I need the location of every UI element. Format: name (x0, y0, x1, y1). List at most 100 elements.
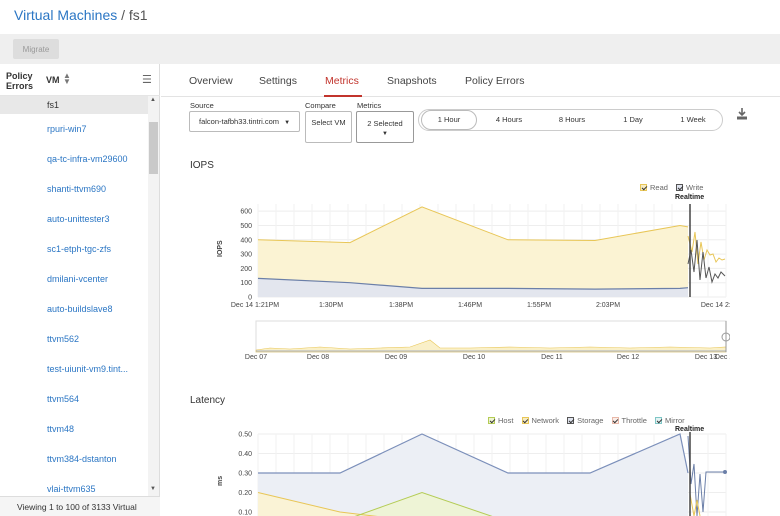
vm-list-item[interactable]: auto-unittester3 (0, 204, 150, 234)
range-4-hours-button[interactable]: 4 Hours (481, 110, 537, 130)
iops-x-tick-label: 1:30PM (319, 302, 343, 309)
checkbox-checked-icon (521, 417, 529, 424)
latency-y-tick-label: 0.40 (238, 451, 252, 458)
vm-list-item[interactable]: qa-tc-infra-vm29600 (0, 144, 150, 174)
latency-realtime-label: Realtime (675, 426, 704, 433)
range-1-week-button[interactable]: 1 Week (665, 110, 721, 130)
vm-list-scrollbar[interactable]: ▲ ▼ (148, 96, 159, 496)
source-dropdown-value: falcon-tafbh33.tintri.com (199, 117, 280, 126)
iops-x-tick-label: Dec 14 1:21PM (231, 302, 279, 309)
vm-list-footer: Viewing 1 to 100 of 3133 Virtual (0, 496, 160, 516)
tab-snapshots[interactable]: Snapshots (387, 75, 437, 87)
metrics-label: Metrics (357, 101, 382, 110)
iops-y-tick-label: 200 (240, 266, 252, 273)
checkbox-checked-icon (655, 417, 663, 424)
vm-list-item[interactable]: ttvm564 (0, 384, 150, 414)
navigator-tick-label: Dec 09 (385, 354, 407, 361)
vm-list-item[interactable]: ttvm48 (0, 414, 150, 444)
vm-list-item[interactable]: auto-buildslave8 (0, 294, 150, 324)
iops-y-tick-label: 100 (240, 280, 252, 287)
vm-list-item[interactable]: dmilani-vcenter (0, 264, 150, 294)
migrate-button[interactable]: Migrate (13, 39, 59, 59)
latency-storage-end-point (723, 470, 727, 474)
source-label: Source (190, 101, 214, 110)
latency-chart: 0.50 0.40 0.30 0.20 0.10 ms Realtime (217, 426, 727, 516)
checkbox-checked-icon (676, 184, 684, 191)
iops-chart: 0 100 200 300 400 500 600 IOPS Realtime Dec 14… (217, 194, 730, 361)
navigator-tick-label: Dec 13 (695, 354, 717, 361)
tab-overview[interactable]: Overview (189, 75, 233, 87)
download-icon[interactable] (736, 107, 748, 125)
legend-write[interactable]: Write (676, 183, 703, 192)
scroll-up-arrow-icon[interactable]: ▲ (150, 97, 156, 103)
breadcrumb-separator: / (117, 7, 129, 23)
iops-x-tick-label: 1:38PM (389, 302, 413, 309)
latency-y-axis-label: ms (217, 476, 224, 486)
compare-label: Compare (305, 101, 336, 110)
vm-list-item[interactable]: fs1 (0, 96, 150, 114)
iops-x-tick-label: 1:55PM (527, 302, 551, 309)
iops-x-tick-label: 1:46PM (458, 302, 482, 309)
metrics-dropdown-value: 2 Selected (367, 119, 403, 128)
vm-list-item[interactable]: ttvm384-dstanton (0, 444, 150, 474)
range-1-day-button[interactable]: 1 Day (605, 110, 661, 130)
iops-write-realtime-line (687, 239, 726, 284)
range-8-hours-button[interactable]: 8 Hours (543, 110, 601, 130)
checkbox-checked-icon (611, 417, 619, 424)
navigator-tick-label: Dec 12 (617, 354, 639, 361)
column-menu-icon[interactable]: ☰ (142, 73, 152, 86)
legend-read[interactable]: Read (640, 183, 668, 192)
breadcrumb-virtual-machines-link[interactable]: Virtual Machines (14, 7, 117, 23)
navigator-tick-label: Dec 07 (245, 354, 267, 361)
checkbox-checked-icon (640, 184, 647, 191)
iops-realtime-label: Realtime (675, 194, 704, 201)
chevron-down-icon: ▼ (284, 120, 291, 126)
iops-y-tick-label: 0 (248, 295, 252, 302)
iops-x-tick-label: Dec 14 2:17PM (701, 302, 730, 309)
iops-y-tick-label: 300 (240, 252, 252, 259)
latency-y-tick-label: 0.10 (238, 510, 252, 516)
vm-list-item[interactable]: ttvm562 (0, 324, 150, 354)
iops-section-title: IOPS (190, 160, 214, 171)
latency-y-tick-label: 0.30 (238, 471, 252, 478)
navigator-tick-label: Dec 14 (715, 354, 730, 361)
range-1-hour-button[interactable]: 1 Hour (421, 110, 477, 130)
navigator-tick-label: Dec 08 (307, 354, 329, 361)
caret-down-icon: ▼ (382, 131, 388, 137)
latency-y-tick-label: 0.50 (238, 432, 252, 439)
vm-column-header[interactable]: VM (46, 75, 60, 85)
scroll-down-arrow-icon[interactable]: ▼ (150, 486, 156, 492)
vm-list-item[interactable]: test-uiunit-vm9.tint... (0, 354, 150, 384)
navigator-tick-label: Dec 10 (463, 354, 485, 361)
tab-settings[interactable]: Settings (259, 75, 297, 87)
vm-list-item[interactable]: rpuri-win7 (0, 114, 150, 144)
latency-storage-realtime-line (687, 435, 725, 516)
compare-select-vm-button[interactable]: Select VM (305, 111, 352, 143)
sort-icon[interactable]: ▲ ▼ (63, 72, 71, 86)
vm-list-item[interactable]: sc1-etph-tgc-zfs (0, 234, 150, 264)
vm-list-header: Policy Errors VM ▲ ▼ ☰ (0, 64, 160, 96)
policy-errors-column-header[interactable]: Policy Errors (6, 71, 38, 91)
iops-y-tick-label: 500 (240, 223, 252, 230)
iops-legend: Read Write (640, 183, 703, 192)
latency-storage-area (258, 434, 688, 516)
vm-list-item[interactable]: shanti-ttvm690 (0, 174, 150, 204)
title-bar: Virtual Machines / fs1 (0, 0, 780, 34)
iops-y-axis-label: IOPS (217, 240, 224, 257)
iops-read-realtime-line (687, 231, 726, 265)
navigator-tick-label: Dec 11 (541, 354, 563, 361)
iops-y-tick-label: 600 (240, 209, 252, 216)
toolbar: Migrate (0, 34, 780, 64)
breadcrumb: Virtual Machines / fs1 (14, 7, 148, 23)
tab-bar: Overview Settings Metrics Snapshots Poli… (161, 64, 780, 97)
iops-x-tick-label: 2:03PM (596, 302, 620, 309)
scrollbar-thumb[interactable] (149, 122, 158, 174)
checkbox-checked-icon (567, 417, 575, 424)
tab-metrics[interactable]: Metrics (325, 75, 359, 87)
iops-y-tick-label: 400 (240, 237, 252, 244)
tab-policy-errors[interactable]: Policy Errors (465, 75, 525, 87)
vm-list-sidebar: Policy Errors VM ▲ ▼ ☰ fs1 rpuri-win7 qa-tc… (0, 64, 160, 516)
active-tab-indicator (324, 95, 362, 97)
metrics-dropdown[interactable]: 2 Selected ▼ (356, 111, 414, 143)
source-dropdown[interactable]: falcon-tafbh33.tintri.com ▼ (189, 111, 300, 132)
